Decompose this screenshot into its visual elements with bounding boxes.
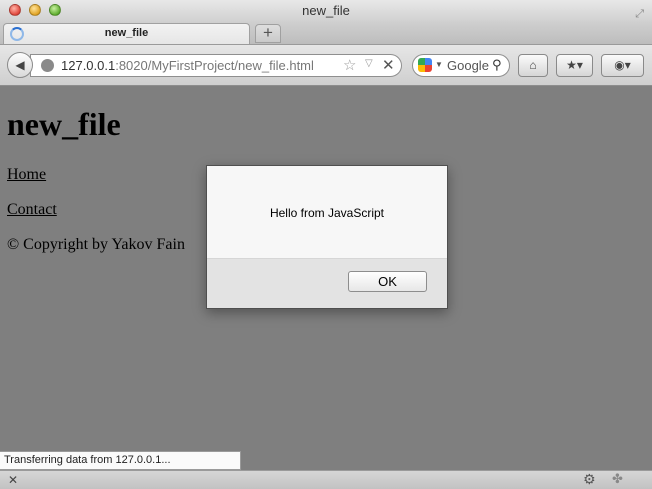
bookmarks-icon: ★▾ <box>566 58 583 72</box>
search-engine-placeholder: Google <box>447 58 489 73</box>
addon-button[interactable]: ◉▾ <box>601 54 644 77</box>
history-dropdown-icon[interactable]: ▽ <box>365 58 373 69</box>
status-text: Transferring data from 127.0.0.1... <box>0 451 241 470</box>
contact-link[interactable]: Contact <box>7 201 57 219</box>
home-link[interactable]: Home <box>7 166 46 184</box>
tab-strip: new_file + <box>0 22 652 45</box>
url-host: 127.0.0.1 <box>61 58 116 73</box>
back-button[interactable]: ◀ <box>7 52 33 78</box>
stop-icon[interactable]: ✕ <box>382 56 395 74</box>
tab-new-file[interactable]: new_file <box>3 23 250 44</box>
google-icon[interactable] <box>418 58 432 72</box>
window-title: new_file <box>302 3 350 18</box>
alert-message: Hello from JavaScript <box>269 206 385 220</box>
window-zoom-button[interactable] <box>49 4 61 16</box>
page-heading: new_file <box>7 106 121 142</box>
addon-bar: ✕ ⚙ ✤ <box>0 470 652 489</box>
search-engine-dropdown-icon[interactable]: ▼ <box>435 60 443 69</box>
alert-dialog: Hello from JavaScript OK <box>206 165 448 309</box>
url-path: :8020/MyFirstProject/new_file.html <box>115 58 314 73</box>
navigation-toolbar: 127.0.0.1:8020/MyFirstProject/new_file.h… <box>0 45 652 86</box>
addon-icon: ◉▾ <box>614 58 631 72</box>
close-icon[interactable]: ✕ <box>8 473 18 487</box>
url-text[interactable]: 127.0.0.1:8020/MyFirstProject/new_file.h… <box>61 58 314 73</box>
url-bar[interactable]: 127.0.0.1:8020/MyFirstProject/new_file.h… <box>30 54 402 77</box>
copyright-text: © Copyright by Yakov Fain <box>7 236 185 253</box>
puzzle-icon[interactable]: ✤ <box>612 471 623 487</box>
search-bar[interactable]: ▼ Google ⚲ <box>412 54 510 77</box>
home-button[interactable]: ⌂ <box>518 54 548 77</box>
window-minimize-button[interactable] <box>29 4 41 16</box>
home-icon: ⌂ <box>529 58 537 72</box>
gear-icon[interactable]: ⚙ <box>583 471 596 488</box>
bookmarks-button[interactable]: ★▾ <box>556 54 593 77</box>
tab-title: new_file <box>104 27 149 39</box>
bookmark-star-icon[interactable]: ☆ <box>343 56 356 74</box>
alert-footer: OK <box>207 258 447 308</box>
ok-button[interactable]: OK <box>348 271 427 292</box>
window-titlebar: new_file ⤢ <box>0 0 652 22</box>
search-icon[interactable]: ⚲ <box>492 57 502 73</box>
new-tab-button[interactable]: + <box>255 24 281 43</box>
window-close-button[interactable] <box>9 4 21 16</box>
globe-icon <box>41 59 54 72</box>
